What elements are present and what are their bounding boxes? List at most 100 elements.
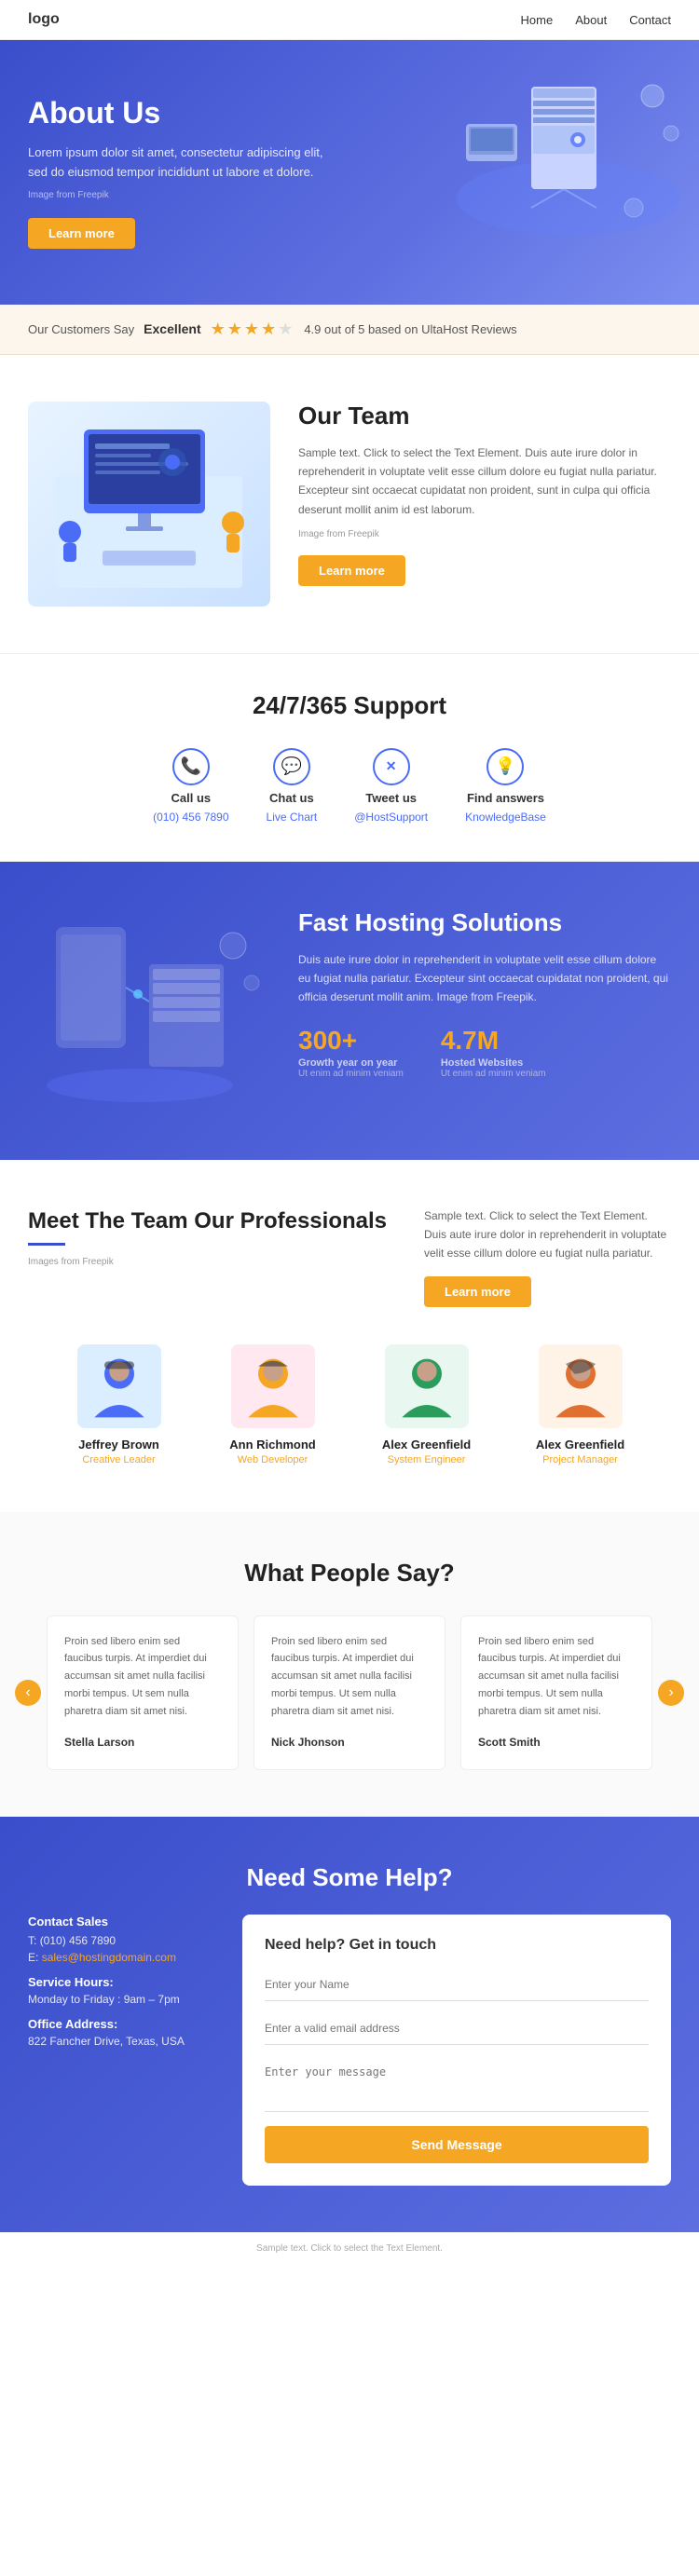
team-card-2: Alex Greenfield System Engineer: [359, 1344, 494, 1465]
name-ann: Ann Richmond: [205, 1438, 340, 1452]
avatar-alex2: [539, 1344, 623, 1428]
contact-address-label: Office Address:: [28, 2017, 214, 2031]
testimonials-carousel: ‹ Proin sed libero enim sed faucibus tur…: [28, 1615, 671, 1770]
contact-sales-label: Contact Sales: [28, 1915, 214, 1929]
support-section: 24/7/365 Support 📞 Call us (010) 456 789…: [0, 653, 699, 862]
support-answers-title: Find answers: [467, 791, 544, 805]
name-jeffrey: Jeffrey Brown: [51, 1438, 186, 1452]
role-ann: Web Developer: [205, 1454, 340, 1465]
bulb-icon: 💡: [487, 748, 524, 785]
role-jeffrey: Creative Leader: [51, 1454, 186, 1465]
contact-hours: Monday to Friday : 9am – 7pm: [28, 1993, 214, 2006]
form-message-input[interactable]: [265, 2056, 649, 2112]
meet-image-credit: Images from Freepik: [28, 1257, 387, 1267]
hero-illustration: [382, 49, 690, 245]
nav-about[interactable]: About: [575, 13, 607, 27]
contact-address: 822 Fancher Drive, Texas, USA: [28, 2035, 214, 2048]
contact-form: Need help? Get in touch Send Message: [242, 1915, 671, 2186]
avatar-ann: [231, 1344, 315, 1428]
nav-contact[interactable]: Contact: [629, 13, 671, 27]
support-chat-sub: Live Chart: [267, 811, 318, 824]
meet-header: Meet The Team Our Professionals Images f…: [28, 1206, 671, 1307]
team-description: Sample text. Click to select the Text El…: [298, 443, 671, 520]
avatar-jeffrey: [77, 1344, 161, 1428]
stat-growth-label: Growth year on year: [298, 1057, 404, 1069]
chat-icon: 💬: [273, 748, 310, 785]
fast-hosting-section: Fast Hosting Solutions Duis aute irure d…: [0, 862, 699, 1160]
support-chat-title: Chat us: [269, 791, 314, 805]
twitter-icon: ✕: [373, 748, 410, 785]
logo: logo: [28, 11, 60, 28]
testimonial-1-reviewer: Nick Jhonson: [271, 1733, 428, 1751]
avatar-alex1: [385, 1344, 469, 1428]
stat-hosted-sub: Ut enim ad minim veniam: [441, 1069, 546, 1079]
hosting-description: Duis aute irure dolor in reprehenderit i…: [298, 950, 671, 1007]
rating-bar: Our Customers Say Excellent ★★★★★ 4.9 ou…: [0, 305, 699, 355]
role-alex2: Project Manager: [513, 1454, 648, 1465]
hero-title: About Us: [28, 96, 326, 130]
meet-team-section: Meet The Team Our Professionals Images f…: [0, 1160, 699, 1512]
hosting-illustration: [28, 908, 270, 1113]
underline-decoration: [28, 1243, 65, 1246]
hero-svg: [382, 49, 690, 245]
meet-title: Meet The Team Our Professionals: [28, 1206, 387, 1235]
testimonial-2: Proin sed libero enim sed faucibus turpi…: [460, 1615, 652, 1770]
help-inner: Contact Sales T: (010) 456 7890 E: sales…: [28, 1915, 671, 2186]
team-illustration: [28, 402, 270, 607]
team-image-credit: Image from Freepik: [298, 526, 671, 542]
stat-hosted-label: Hosted Websites: [441, 1057, 546, 1069]
contact-email-link[interactable]: sales@hostingdomain.com: [42, 1951, 176, 1964]
testimonial-2-reviewer: Scott Smith: [478, 1733, 635, 1751]
testimonial-2-text: Proin sed libero enim sed faucibus turpi…: [478, 1633, 635, 1720]
stat-growth: 300+ Growth year on year Ut enim ad mini…: [298, 1026, 404, 1079]
meet-description-block: Sample text. Click to select the Text El…: [424, 1206, 671, 1307]
nav-home[interactable]: Home: [521, 13, 554, 27]
testimonial-1-text: Proin sed libero enim sed faucibus turpi…: [271, 1633, 428, 1720]
form-email-input[interactable]: [265, 2012, 649, 2045]
hosting-title: Fast Hosting Solutions: [298, 908, 671, 937]
form-submit-button[interactable]: Send Message: [265, 2126, 649, 2163]
testimonial-1: Proin sed libero enim sed faucibus turpi…: [254, 1615, 445, 1770]
testimonial-0-reviewer: Stella Larson: [64, 1733, 221, 1751]
name-alex2: Alex Greenfield: [513, 1438, 648, 1452]
support-tweet-sub: @HostSupport: [354, 811, 428, 824]
team-title: Our Team: [298, 402, 671, 430]
hero-cta-button[interactable]: Learn more: [28, 218, 135, 249]
team-section: Our Team Sample text. Click to select th…: [0, 355, 699, 653]
rating-stars: ★★★★★: [211, 320, 295, 339]
help-section: Need Some Help? Contact Sales T: (010) 4…: [0, 1817, 699, 2232]
team-cta-button[interactable]: Learn more: [298, 555, 405, 586]
support-tweet-title: Tweet us: [365, 791, 417, 805]
contact-hours-label: Service Hours:: [28, 1975, 214, 1989]
contact-phone: T: (010) 456 7890: [28, 1934, 214, 1947]
navbar: logo Home About Contact: [0, 0, 699, 40]
carousel-prev-button[interactable]: ‹: [15, 1680, 41, 1706]
rating-excellent: Excellent: [144, 321, 200, 336]
team-cards: Jeffrey Brown Creative Leader Ann Richmo…: [28, 1344, 671, 1465]
contact-email: E: sales@hostingdomain.com: [28, 1951, 214, 1964]
testimonial-grid: Proin sed libero enim sed faucibus turpi…: [47, 1615, 652, 1770]
meet-cta-button[interactable]: Learn more: [424, 1276, 531, 1307]
support-tweet: ✕ Tweet us @HostSupport: [354, 748, 428, 824]
help-title: Need Some Help?: [28, 1863, 671, 1892]
hero-content: About Us Lorem ipsum dolor sit amet, con…: [28, 96, 326, 249]
stat-hosted: 4.7M Hosted Websites Ut enim ad minim ve…: [441, 1026, 546, 1079]
team-svg: [28, 402, 270, 607]
name-alex1: Alex Greenfield: [359, 1438, 494, 1452]
support-call: 📞 Call us (010) 456 7890: [153, 748, 228, 824]
support-call-sub: (010) 456 7890: [153, 811, 228, 824]
hosting-content: Fast Hosting Solutions Duis aute irure d…: [298, 908, 671, 1079]
role-alex1: System Engineer: [359, 1454, 494, 1465]
carousel-next-button[interactable]: ›: [658, 1680, 684, 1706]
nav-links: Home About Contact: [521, 13, 671, 27]
support-chat: 💬 Chat us Live Chart: [267, 748, 318, 824]
support-call-title: Call us: [171, 791, 212, 805]
meet-title-block: Meet The Team Our Professionals Images f…: [28, 1206, 387, 1267]
stat-growth-number: 300+: [298, 1026, 404, 1056]
testimonial-0-text: Proin sed libero enim sed faucibus turpi…: [64, 1633, 221, 1720]
stat-hosted-number: 4.7M: [441, 1026, 546, 1056]
form-name-input[interactable]: [265, 1969, 649, 2001]
team-card-0: Jeffrey Brown Creative Leader: [51, 1344, 186, 1465]
support-answers-sub: KnowledgeBase: [465, 811, 546, 824]
stat-growth-sub: Ut enim ad minim veniam: [298, 1069, 404, 1079]
